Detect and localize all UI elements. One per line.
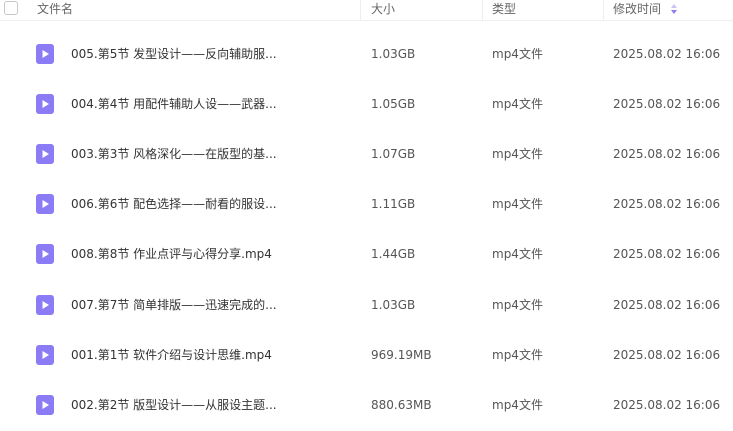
table-row[interactable]: 001.第1节 软件介绍与设计思维.mp4 969.19MB mp4文件 2025.0… bbox=[0, 330, 733, 380]
file-modified-time: 2025.08.02 16:06 bbox=[613, 298, 721, 312]
table-row[interactable]: 002.第2节 版型设计——从服设主题... 880.63MB mp4文件 2025.… bbox=[0, 380, 733, 430]
video-file-icon bbox=[36, 194, 54, 214]
file-size: 880.63MB bbox=[371, 398, 432, 412]
video-file-icon bbox=[36, 395, 54, 415]
table-row[interactable]: 003.第3节 风格深化——在版型的基... 1.07GB mp4文件 2025.08… bbox=[0, 129, 733, 179]
file-size: 1.11GB bbox=[371, 197, 416, 211]
select-all-checkbox[interactable] bbox=[4, 1, 18, 15]
file-modified-time: 2025.08.02 16:06 bbox=[613, 47, 721, 61]
column-header-type[interactable]: 类型 bbox=[492, 2, 516, 16]
column-header-size[interactable]: 大小 bbox=[371, 2, 395, 16]
table-row[interactable]: 006.第6节 配色选择——耐看的服设... 1.11GB mp4文件 2025.08… bbox=[0, 179, 733, 229]
file-modified-time: 2025.08.02 16:06 bbox=[613, 398, 721, 412]
file-type: mp4文件 bbox=[492, 147, 543, 161]
column-divider[interactable] bbox=[482, 0, 483, 20]
file-name[interactable]: 004.第4节 用配件辅助人设——武器... bbox=[71, 96, 277, 112]
file-type: mp4文件 bbox=[492, 398, 543, 412]
file-size: 1.07GB bbox=[371, 147, 416, 161]
file-type: mp4文件 bbox=[492, 247, 543, 261]
file-name[interactable]: 002.第2节 版型设计——从服设主题... bbox=[71, 397, 277, 413]
video-file-icon bbox=[36, 295, 54, 315]
file-name[interactable]: 008.第8节 作业点评与心得分享.mp4 bbox=[71, 246, 272, 262]
file-type: mp4文件 bbox=[492, 197, 543, 211]
column-header-modified[interactable]: 修改时间 bbox=[613, 2, 661, 16]
file-type: mp4文件 bbox=[492, 47, 543, 61]
file-type: mp4文件 bbox=[492, 97, 543, 111]
file-name[interactable]: 005.第5节 发型设计——反向辅助服... bbox=[71, 46, 277, 62]
file-size: 1.44GB bbox=[371, 247, 416, 261]
file-name[interactable]: 001.第1节 软件介绍与设计思维.mp4 bbox=[71, 347, 272, 363]
file-name[interactable]: 003.第3节 风格深化——在版型的基... bbox=[71, 146, 277, 162]
file-size: 1.03GB bbox=[371, 47, 416, 61]
table-row[interactable]: 005.第5节 发型设计——反向辅助服... 1.03GB mp4文件 2025.08… bbox=[0, 29, 733, 79]
table-row[interactable]: 007.第7节 简单排版——迅速完成的... 1.03GB mp4文件 2025.08… bbox=[0, 280, 733, 330]
file-size: 1.03GB bbox=[371, 298, 416, 312]
column-divider[interactable] bbox=[360, 0, 361, 20]
video-file-icon bbox=[36, 345, 54, 365]
video-file-icon bbox=[36, 244, 54, 264]
sort-icon[interactable] bbox=[670, 3, 678, 15]
file-name[interactable]: 007.第7节 简单排版——迅速完成的... bbox=[71, 297, 277, 313]
column-divider[interactable] bbox=[603, 0, 604, 20]
table-row[interactable]: 004.第4节 用配件辅助人设——武器... 1.05GB mp4文件 2025.08… bbox=[0, 79, 733, 129]
video-file-icon bbox=[36, 44, 54, 64]
file-size: 969.19MB bbox=[371, 348, 432, 362]
file-modified-time: 2025.08.02 16:06 bbox=[613, 348, 721, 362]
video-file-icon bbox=[36, 94, 54, 114]
file-modified-time: 2025.08.02 16:06 bbox=[613, 147, 721, 161]
file-list: 文件名 大小 类型 修改时间 005.第5节 发型设计——反向辅助服... 1.0… bbox=[0, 0, 733, 431]
file-modified-time: 2025.08.02 16:06 bbox=[613, 97, 721, 111]
video-file-icon bbox=[36, 144, 54, 164]
list-header: 文件名 大小 类型 修改时间 bbox=[0, 0, 733, 21]
file-type: mp4文件 bbox=[492, 348, 543, 362]
file-modified-time: 2025.08.02 16:06 bbox=[613, 247, 721, 261]
column-header-name[interactable]: 文件名 bbox=[37, 2, 73, 16]
file-modified-time: 2025.08.02 16:06 bbox=[613, 197, 721, 211]
file-size: 1.05GB bbox=[371, 97, 416, 111]
table-row[interactable]: 008.第8节 作业点评与心得分享.mp4 1.44GB mp4文件 2025.08.… bbox=[0, 229, 733, 279]
file-type: mp4文件 bbox=[492, 298, 543, 312]
file-name[interactable]: 006.第6节 配色选择——耐看的服设... bbox=[71, 196, 277, 212]
